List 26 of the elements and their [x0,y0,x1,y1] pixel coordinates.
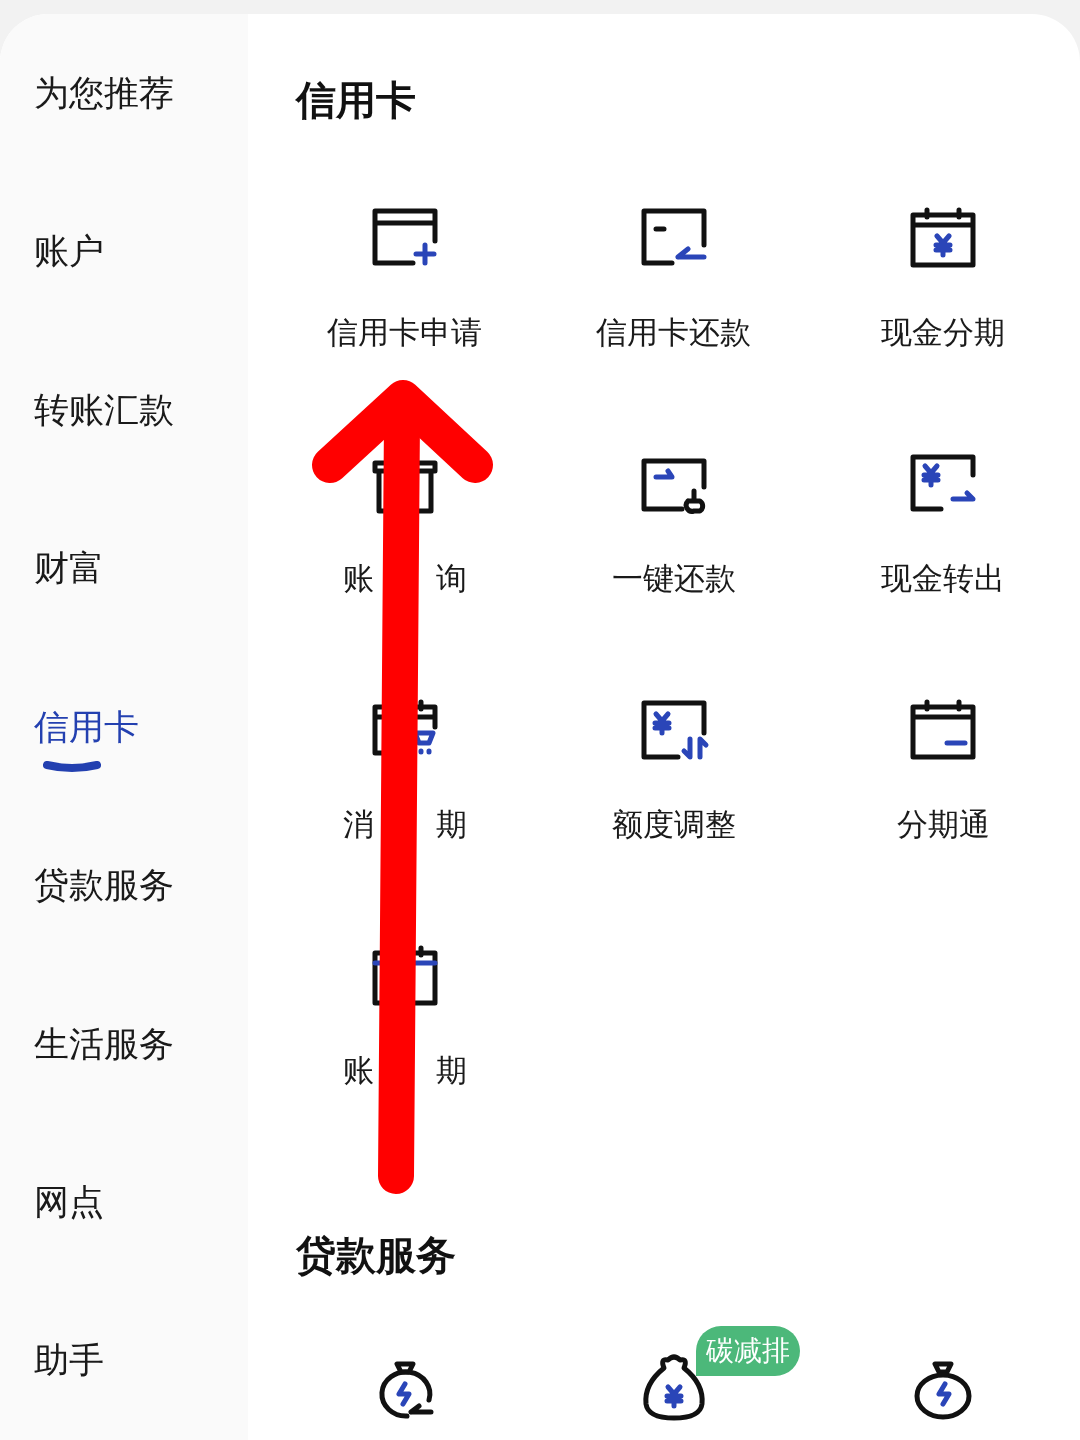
sidebar-tab[interactable]: 为您推荐 [0,14,248,173]
service-label[interactable]: 现金分期 [881,313,1006,351]
label-fragment: 询 [435,559,467,597]
label-fragment: 账 [342,559,374,597]
sidebar-tab[interactable]: 账户 [0,172,248,331]
section-title: 贷款服务 [295,1231,457,1280]
section-title: 信用卡 [294,76,417,125]
sidebar-tab[interactable]: 转账汇款 [0,330,248,490]
service-label[interactable]: 分期通 [896,805,990,843]
label-fragment: 期 [435,1051,467,1089]
service-label[interactable]: 一键还款 [612,559,736,597]
service-label[interactable]: 现金转出 [881,559,1006,597]
sidebar-tab[interactable]: 贷款服务 [0,806,248,965]
service-label[interactable]: 信用卡申请 [327,313,483,351]
sidebar-tab[interactable]: 助手 [0,1281,248,1440]
service-label[interactable]: 信用卡还款 [596,313,752,351]
sidebar-tab[interactable]: 网点 [0,1123,248,1282]
label-fragment: 账 [342,1051,374,1089]
label-fragment: 期 [435,805,467,843]
service-label[interactable]: 额度调整 [612,805,736,843]
underline-indicator [43,758,101,773]
sidebar-tab[interactable]: 信用卡 [0,647,248,807]
label-fragment: 消 [342,805,374,843]
sidebar-tab[interactable]: 财富 [0,489,248,648]
tag: 碳减排 [696,1326,800,1376]
sidebar-tab[interactable]: 生活服务 [0,964,248,1124]
